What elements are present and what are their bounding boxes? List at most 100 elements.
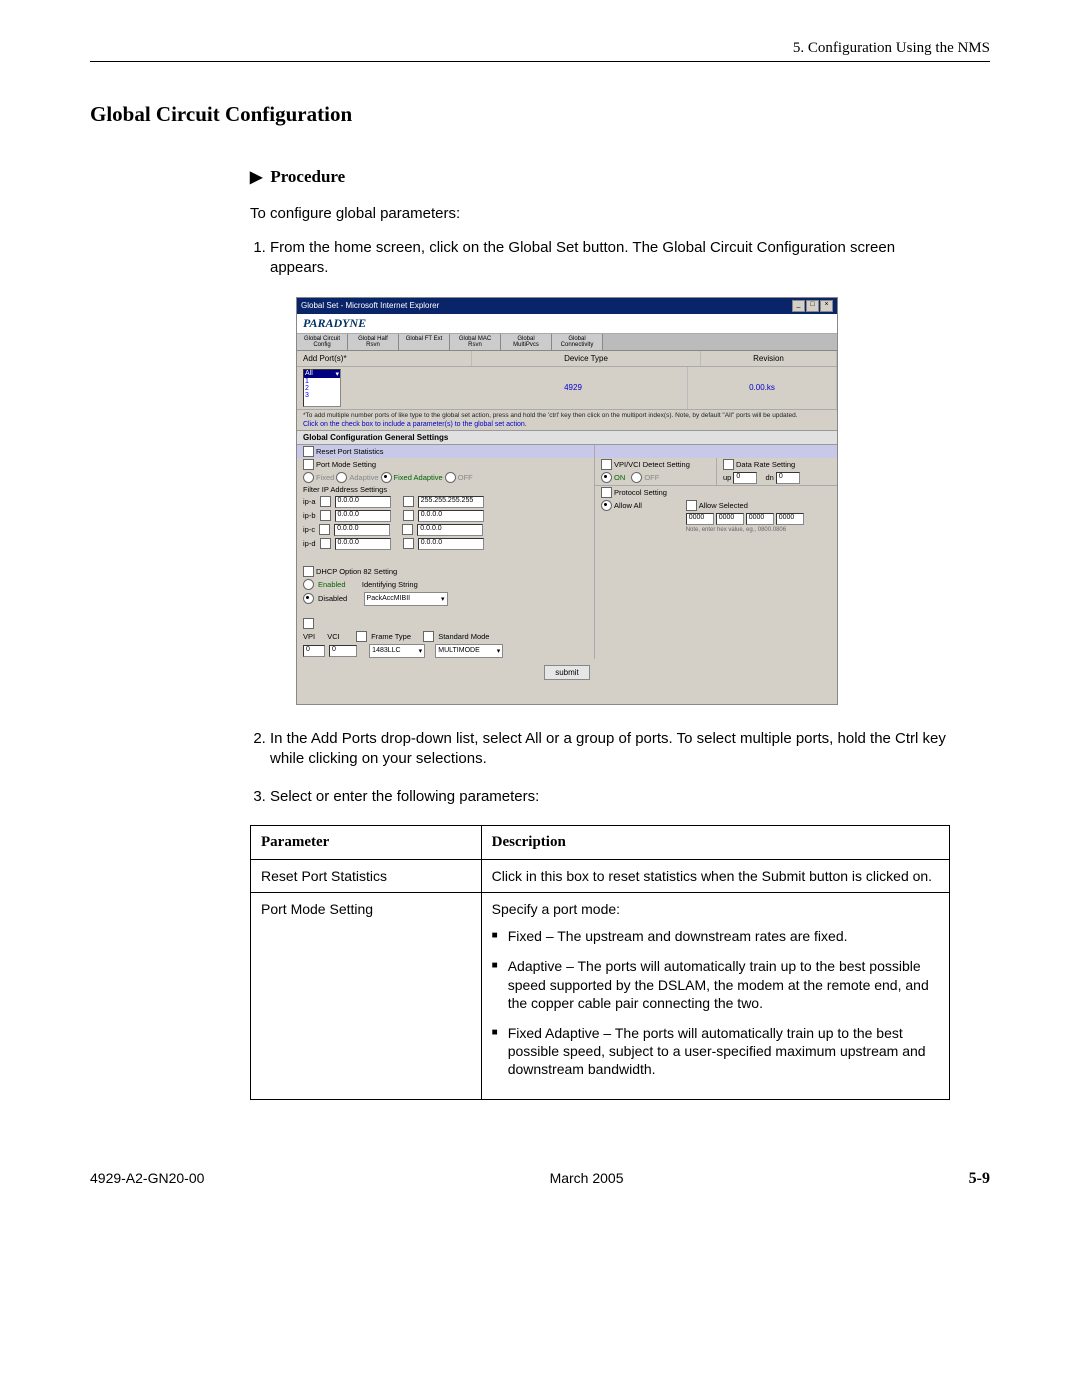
- brand-logo: PARADYNE: [297, 314, 837, 334]
- dhcp-disabled-radio[interactable]: [303, 593, 314, 604]
- off-label: OFF: [458, 473, 473, 482]
- play-arrow-icon: ▶: [250, 167, 262, 187]
- ipa-chk[interactable]: [320, 496, 331, 507]
- proto3-input[interactable]: 0000: [746, 513, 774, 525]
- maska-chk[interactable]: [403, 496, 414, 507]
- vpi-input[interactable]: 0: [303, 645, 325, 657]
- parameter-table: Parameter Description Reset Port Statist…: [250, 825, 950, 1099]
- ipd-input[interactable]: 0.0.0.0: [335, 538, 391, 550]
- ipc-chk[interactable]: [319, 524, 330, 535]
- close-icon[interactable]: ×: [820, 300, 833, 312]
- vci-input[interactable]: 0: [329, 645, 357, 657]
- param-reset: Reset Port Statistics: [251, 860, 482, 893]
- table-row: Reset Port Statistics Click in this box …: [251, 860, 950, 893]
- ipa-label: ip-a: [303, 497, 316, 506]
- ident-string-select[interactable]: PackAccMIBII: [364, 592, 448, 606]
- port-all-option: All: [305, 370, 313, 377]
- section-title: Global Circuit Configuration: [90, 102, 990, 127]
- data-rate-label: Data Rate Setting: [736, 460, 795, 469]
- allow-all-radio[interactable]: [601, 500, 612, 511]
- portmode-intro: Specify a port mode:: [492, 901, 620, 917]
- tab-half-rsvn[interactable]: Global Half Rsvn: [348, 334, 399, 350]
- submit-button[interactable]: submit: [544, 665, 590, 680]
- ipb-input[interactable]: 0.0.0.0: [335, 510, 391, 522]
- frame-type-label: Frame Type: [371, 632, 411, 641]
- on-radio[interactable]: [601, 472, 612, 483]
- ipb-chk[interactable]: [320, 510, 331, 521]
- off-radio2[interactable]: [631, 472, 642, 483]
- maximize-icon[interactable]: □: [806, 300, 819, 312]
- tab-global-circuit[interactable]: Global Circuit Config: [297, 334, 348, 350]
- procedure-heading-label: Procedure: [270, 167, 345, 187]
- bullet-fixed: Fixed – The upstream and downstream rate…: [508, 927, 848, 945]
- col-parameter: Parameter: [251, 826, 482, 860]
- device-type-header: Device Type: [472, 351, 701, 366]
- maska-input[interactable]: 255.255.255.255: [418, 496, 484, 508]
- page-footer: 4929-A2-GN20-00 March 2005 5-9: [90, 1170, 990, 1188]
- tab-multipvcs[interactable]: Global MultiPvcs: [501, 334, 552, 350]
- off-radio[interactable]: [445, 472, 456, 483]
- fixed-label: Fixed: [316, 473, 334, 482]
- maskc-chk[interactable]: [402, 524, 413, 535]
- maskb-chk[interactable]: [403, 510, 414, 521]
- std-mode-select[interactable]: MULTIMODE: [435, 644, 503, 658]
- ipa-input[interactable]: 0.0.0.0: [335, 496, 391, 508]
- vpivci-detect-chk[interactable]: [601, 459, 612, 470]
- tab-mac-rsvn[interactable]: Global MAC Rsvn: [450, 334, 501, 350]
- dr-dn-label: dn: [766, 473, 774, 482]
- header-row: Add Port(s)* Device Type Revision: [297, 351, 837, 367]
- std-mode-label: Standard Mode: [438, 632, 489, 641]
- port-mode-checkbox[interactable]: [303, 459, 314, 470]
- proto-note: Note, enter hex value, eg., 0800.0806: [680, 526, 837, 534]
- window-title: Global Set - Microsoft Internet Explorer: [301, 301, 439, 310]
- reset-port-checkbox[interactable]: [303, 446, 314, 457]
- adaptive-radio[interactable]: [336, 472, 347, 483]
- header-rule: [90, 61, 990, 62]
- add-ports-select[interactable]: All▾ 123: [303, 369, 341, 407]
- general-settings-header: Global Configuration General Settings: [297, 430, 837, 445]
- dhcp82-checkbox[interactable]: [303, 566, 314, 577]
- on-label: ON: [614, 473, 625, 482]
- dhcp82-label: DHCP Option 82 Setting: [316, 567, 397, 576]
- bullet-adaptive: Adaptive – The ports will automatically …: [508, 957, 939, 1012]
- vpivci-row-chk[interactable]: [303, 618, 314, 629]
- vci-label: VCI: [327, 632, 340, 641]
- frame-type-chk[interactable]: [356, 631, 367, 642]
- tab-ft-ext[interactable]: Global FT Ext: [399, 334, 450, 350]
- minimize-icon[interactable]: _: [792, 300, 805, 312]
- step-3: Select or enter the following parameters…: [270, 787, 950, 807]
- maskc-input[interactable]: 0.0.0.0: [417, 524, 483, 536]
- proto4-input[interactable]: 0000: [776, 513, 804, 525]
- dr-dn-input[interactable]: 0: [776, 472, 800, 484]
- ipd-chk[interactable]: [320, 538, 331, 549]
- tab-connectivity[interactable]: Global Connectivity: [552, 334, 603, 350]
- proto1-input[interactable]: 0000: [686, 513, 714, 525]
- data-rate-chk[interactable]: [723, 459, 734, 470]
- ipd-label: ip-d: [303, 539, 316, 548]
- dr-up-label: up: [723, 473, 731, 482]
- value-row: All▾ 123 4929 0.00.ks: [297, 367, 837, 410]
- ipc-input[interactable]: 0.0.0.0: [334, 524, 390, 536]
- protocol-chk[interactable]: [601, 487, 612, 498]
- std-mode-chk[interactable]: [423, 631, 434, 642]
- desc-reset: Click in this box to reset statistics wh…: [481, 860, 949, 893]
- add-ports-header: Add Port(s)*: [297, 351, 472, 366]
- procedure-steps: From the home screen, click on the Globa…: [250, 238, 950, 807]
- ident-string-label: Identifying String: [362, 580, 418, 589]
- adaptive-label: Adaptive: [349, 473, 378, 482]
- dhcp-enabled-radio[interactable]: [303, 579, 314, 590]
- allow-sel-chk[interactable]: [686, 500, 697, 511]
- frame-type-select[interactable]: 1483LLC: [369, 644, 425, 658]
- proto2-input[interactable]: 0000: [716, 513, 744, 525]
- step-2: In the Add Ports drop-down list, select …: [270, 729, 950, 770]
- maskb-input[interactable]: 0.0.0.0: [418, 510, 484, 522]
- fixed-adaptive-radio[interactable]: [381, 472, 392, 483]
- maskd-chk[interactable]: [403, 538, 414, 549]
- fixed-radio[interactable]: [303, 472, 314, 483]
- maskd-input[interactable]: 0.0.0.0: [418, 538, 484, 550]
- dr-up-input[interactable]: 0: [733, 472, 757, 484]
- desc-portmode: Specify a port mode: Fixed – The upstrea…: [481, 893, 949, 1099]
- footer-docid: 4929-A2-GN20-00: [90, 1170, 204, 1188]
- ipb-label: ip-b: [303, 511, 316, 520]
- bullet-fixed-adaptive: Fixed Adaptive – The ports will automati…: [508, 1024, 939, 1079]
